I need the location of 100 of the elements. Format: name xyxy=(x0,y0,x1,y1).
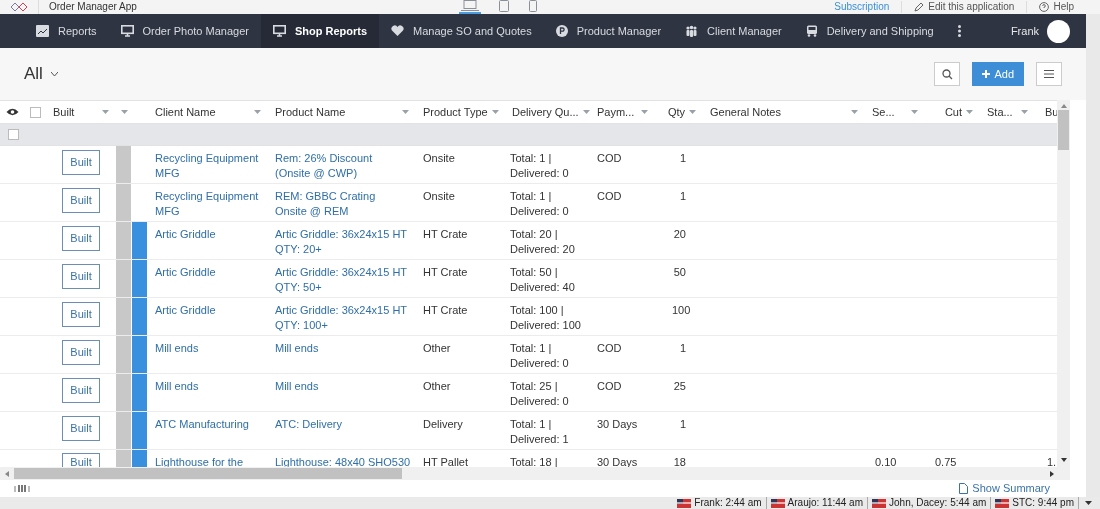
row-handle[interactable] xyxy=(116,450,131,467)
column-header[interactable]: Cut xyxy=(944,103,962,121)
column-header[interactable]: General Notes xyxy=(710,103,781,121)
client-link[interactable]: Mill ends xyxy=(155,341,261,356)
scrollbar-thumb[interactable] xyxy=(1058,110,1069,150)
sort-caret-icon[interactable] xyxy=(966,110,973,114)
row-handle[interactable] xyxy=(116,146,131,183)
row-handle[interactable] xyxy=(116,336,131,373)
row-checkbox[interactable] xyxy=(8,129,19,140)
vertical-scrollbar[interactable] xyxy=(1057,100,1070,480)
scroll-up-icon[interactable] xyxy=(1060,104,1067,108)
product-link[interactable]: Artic Griddle: 36x24x15 HT QTY: 100+ xyxy=(275,303,409,333)
column-header[interactable]: Paym... xyxy=(597,103,635,121)
sort-caret-icon[interactable] xyxy=(911,110,918,114)
column-header[interactable]: Sta... xyxy=(987,103,1013,121)
menu-button[interactable] xyxy=(1036,62,1062,86)
p-circle-icon xyxy=(555,25,568,37)
nav-tab[interactable]: Product Manager xyxy=(543,14,674,48)
built-button[interactable]: Built xyxy=(62,226,100,251)
column-header[interactable]: Se... xyxy=(872,103,895,121)
sort-caret-icon[interactable] xyxy=(254,110,261,114)
edit-application-link[interactable]: Edit this application xyxy=(928,1,1015,13)
built-button[interactable]: Built xyxy=(62,416,100,441)
row-handle[interactable] xyxy=(116,184,131,221)
pencil-icon xyxy=(914,2,925,12)
nav-tab[interactable]: Client Manager xyxy=(673,14,794,48)
table-cell-text: Delivered: 40 xyxy=(510,280,576,295)
client-link[interactable]: Recycling Equipment MFG xyxy=(155,189,261,219)
subscription-link[interactable]: Subscription xyxy=(834,1,890,13)
sort-caret-icon[interactable] xyxy=(402,110,409,114)
product-link[interactable]: ATC: Delivery xyxy=(275,417,409,432)
sort-caret-icon[interactable] xyxy=(689,110,696,114)
client-link[interactable]: Artic Griddle xyxy=(155,303,261,318)
row-handle[interactable] xyxy=(116,222,131,259)
row-handle[interactable] xyxy=(116,412,131,449)
help-link[interactable]: Help xyxy=(1053,1,1074,13)
built-button[interactable]: Built xyxy=(62,340,100,365)
column-header[interactable]: Built xyxy=(53,103,75,121)
sort-caret-icon[interactable] xyxy=(102,110,109,114)
sort-caret-icon[interactable] xyxy=(641,110,648,114)
show-summary-link[interactable]: Show Summary xyxy=(972,480,1050,497)
product-link[interactable]: Mill ends xyxy=(275,379,409,394)
product-link[interactable]: Rem: 26% Discount (Onsite @ CWP) xyxy=(275,151,409,181)
nav-tab[interactable]: Order Photo Manager xyxy=(108,14,261,48)
select-all-checkbox[interactable] xyxy=(30,106,41,118)
flag-icon xyxy=(995,498,1010,508)
table-cell: COD xyxy=(597,190,622,202)
built-button[interactable]: Built xyxy=(62,302,100,327)
table-cell-text: Delivered: 20 xyxy=(510,242,576,257)
built-button[interactable]: Built xyxy=(62,264,100,289)
client-link[interactable]: ATC Manufacturing xyxy=(155,417,261,432)
visibility-icon[interactable] xyxy=(6,108,19,116)
column-header[interactable]: Client Name xyxy=(155,103,216,121)
client-link[interactable]: Mill ends xyxy=(155,379,261,394)
sort-caret-icon[interactable] xyxy=(851,110,858,114)
column-toggle-icon[interactable] xyxy=(14,485,32,492)
column-header[interactable]: Delivery Qu... xyxy=(512,103,579,121)
nav-tab[interactable]: Manage SO and Quotes xyxy=(379,14,544,48)
more-options-icon[interactable] xyxy=(957,25,961,37)
search-button[interactable] xyxy=(934,62,961,86)
product-link[interactable]: Artic Griddle: 36x24x15 HT QTY: 50+ xyxy=(275,265,409,295)
row-handle[interactable] xyxy=(116,374,131,411)
built-button[interactable]: Built xyxy=(62,188,100,213)
product-link[interactable]: Mill ends xyxy=(275,341,409,356)
client-link[interactable]: Artic Griddle xyxy=(155,265,261,280)
sort-caret-icon[interactable] xyxy=(1021,110,1028,114)
table-cell: COD xyxy=(597,152,622,164)
built-button[interactable]: Built xyxy=(62,378,100,403)
sort-caret-icon[interactable] xyxy=(120,110,128,114)
time-zone-clock: John, Dacey: 5:44 am xyxy=(889,497,987,509)
app-title: Order Manager App xyxy=(49,1,137,13)
view-selector[interactable]: All xyxy=(24,61,58,87)
nav-tab[interactable]: Reports xyxy=(24,14,109,48)
app-logo-icon xyxy=(10,2,28,12)
sort-caret-icon[interactable] xyxy=(491,110,499,114)
client-link[interactable]: Recycling Equipment MFG xyxy=(155,151,261,181)
user-name[interactable]: Frank xyxy=(1010,22,1039,40)
nav-tab[interactable]: Delivery and Shipping xyxy=(793,14,946,48)
row-handle[interactable] xyxy=(116,298,131,335)
avatar[interactable] xyxy=(1047,19,1070,43)
product-link[interactable]: REM: GBBC Crating Onsite @ REM xyxy=(275,189,409,219)
nav-tab[interactable]: Shop Reports xyxy=(260,14,380,48)
caret-icon[interactable] xyxy=(1085,501,1092,505)
built-button[interactable]: Built xyxy=(62,150,100,175)
client-link[interactable]: Artic Griddle xyxy=(155,227,261,242)
table-cell: COD xyxy=(597,380,622,392)
menu-icon xyxy=(1044,70,1054,78)
horizontal-scrollbar[interactable] xyxy=(0,467,1057,480)
column-header[interactable]: Product Name xyxy=(275,103,346,121)
row-handle[interactable] xyxy=(116,260,131,297)
table-cell-text: Total: 50 | xyxy=(510,265,559,280)
scroll-left-icon[interactable] xyxy=(5,470,9,477)
add-button[interactable]: Add xyxy=(972,62,1024,86)
column-header[interactable]: Qty xyxy=(667,103,685,121)
scrollbar-thumb[interactable] xyxy=(14,468,402,479)
scroll-down-icon[interactable] xyxy=(1060,458,1067,462)
scroll-right-icon[interactable] xyxy=(1050,470,1054,477)
sort-caret-icon[interactable] xyxy=(582,110,590,114)
column-header[interactable]: Product Type xyxy=(423,103,488,121)
product-link[interactable]: Artic Griddle: 36x24x15 HT QTY: 20+ xyxy=(275,227,409,257)
